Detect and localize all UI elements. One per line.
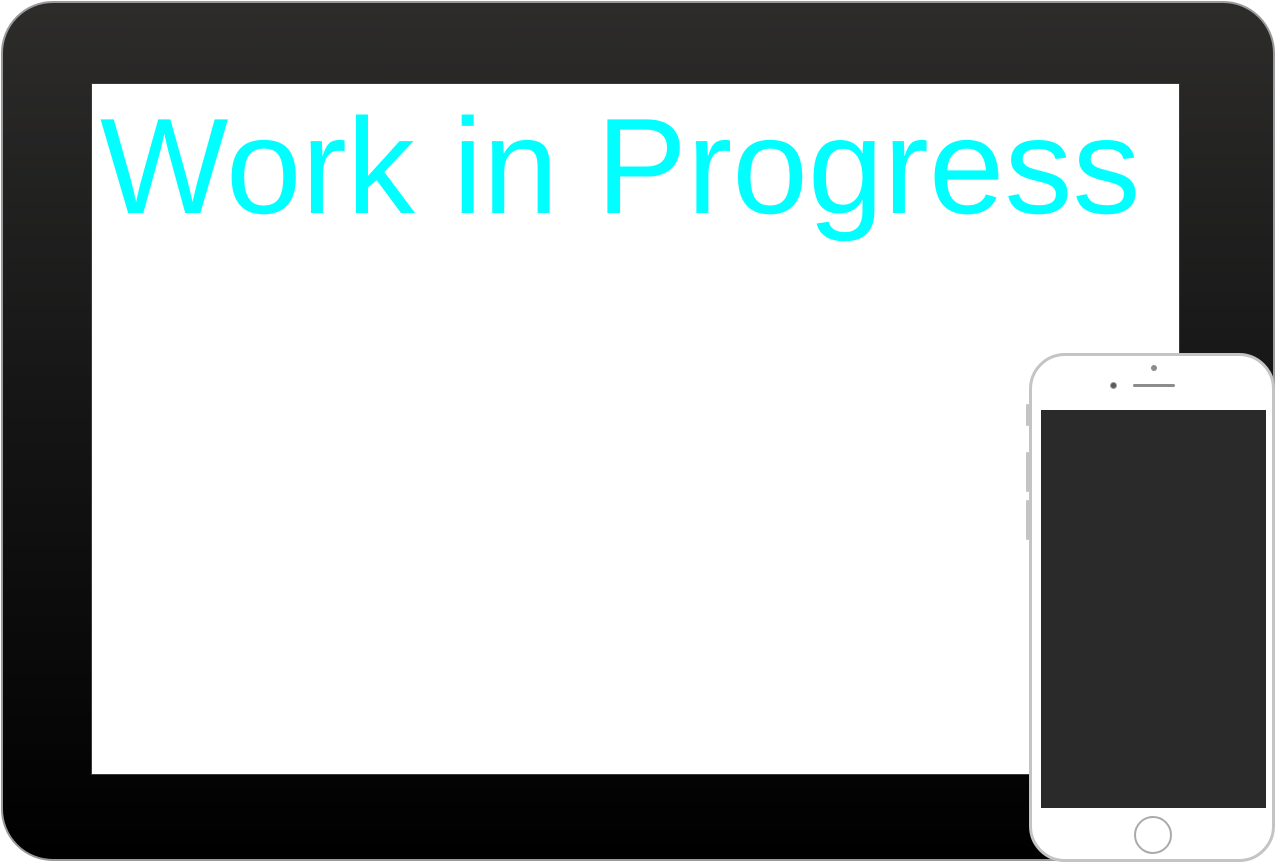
phone-front-camera-icon (1110, 382, 1117, 389)
tablet-screen: Work in Progress (91, 83, 1180, 775)
phone-screen (1041, 410, 1266, 808)
phone-device (1026, 353, 1275, 862)
device-mockup-stage: Work in Progress (0, 0, 1280, 866)
phone-mute-switch (1026, 404, 1029, 426)
phone-volume-up-button (1026, 452, 1029, 492)
phone-volume-down-button (1026, 500, 1029, 540)
work-in-progress-heading: Work in Progress (100, 90, 1141, 242)
phone-home-button[interactable] (1134, 816, 1172, 854)
phone-earpiece-speaker (1133, 384, 1175, 387)
phone-proximity-sensor (1151, 365, 1157, 371)
